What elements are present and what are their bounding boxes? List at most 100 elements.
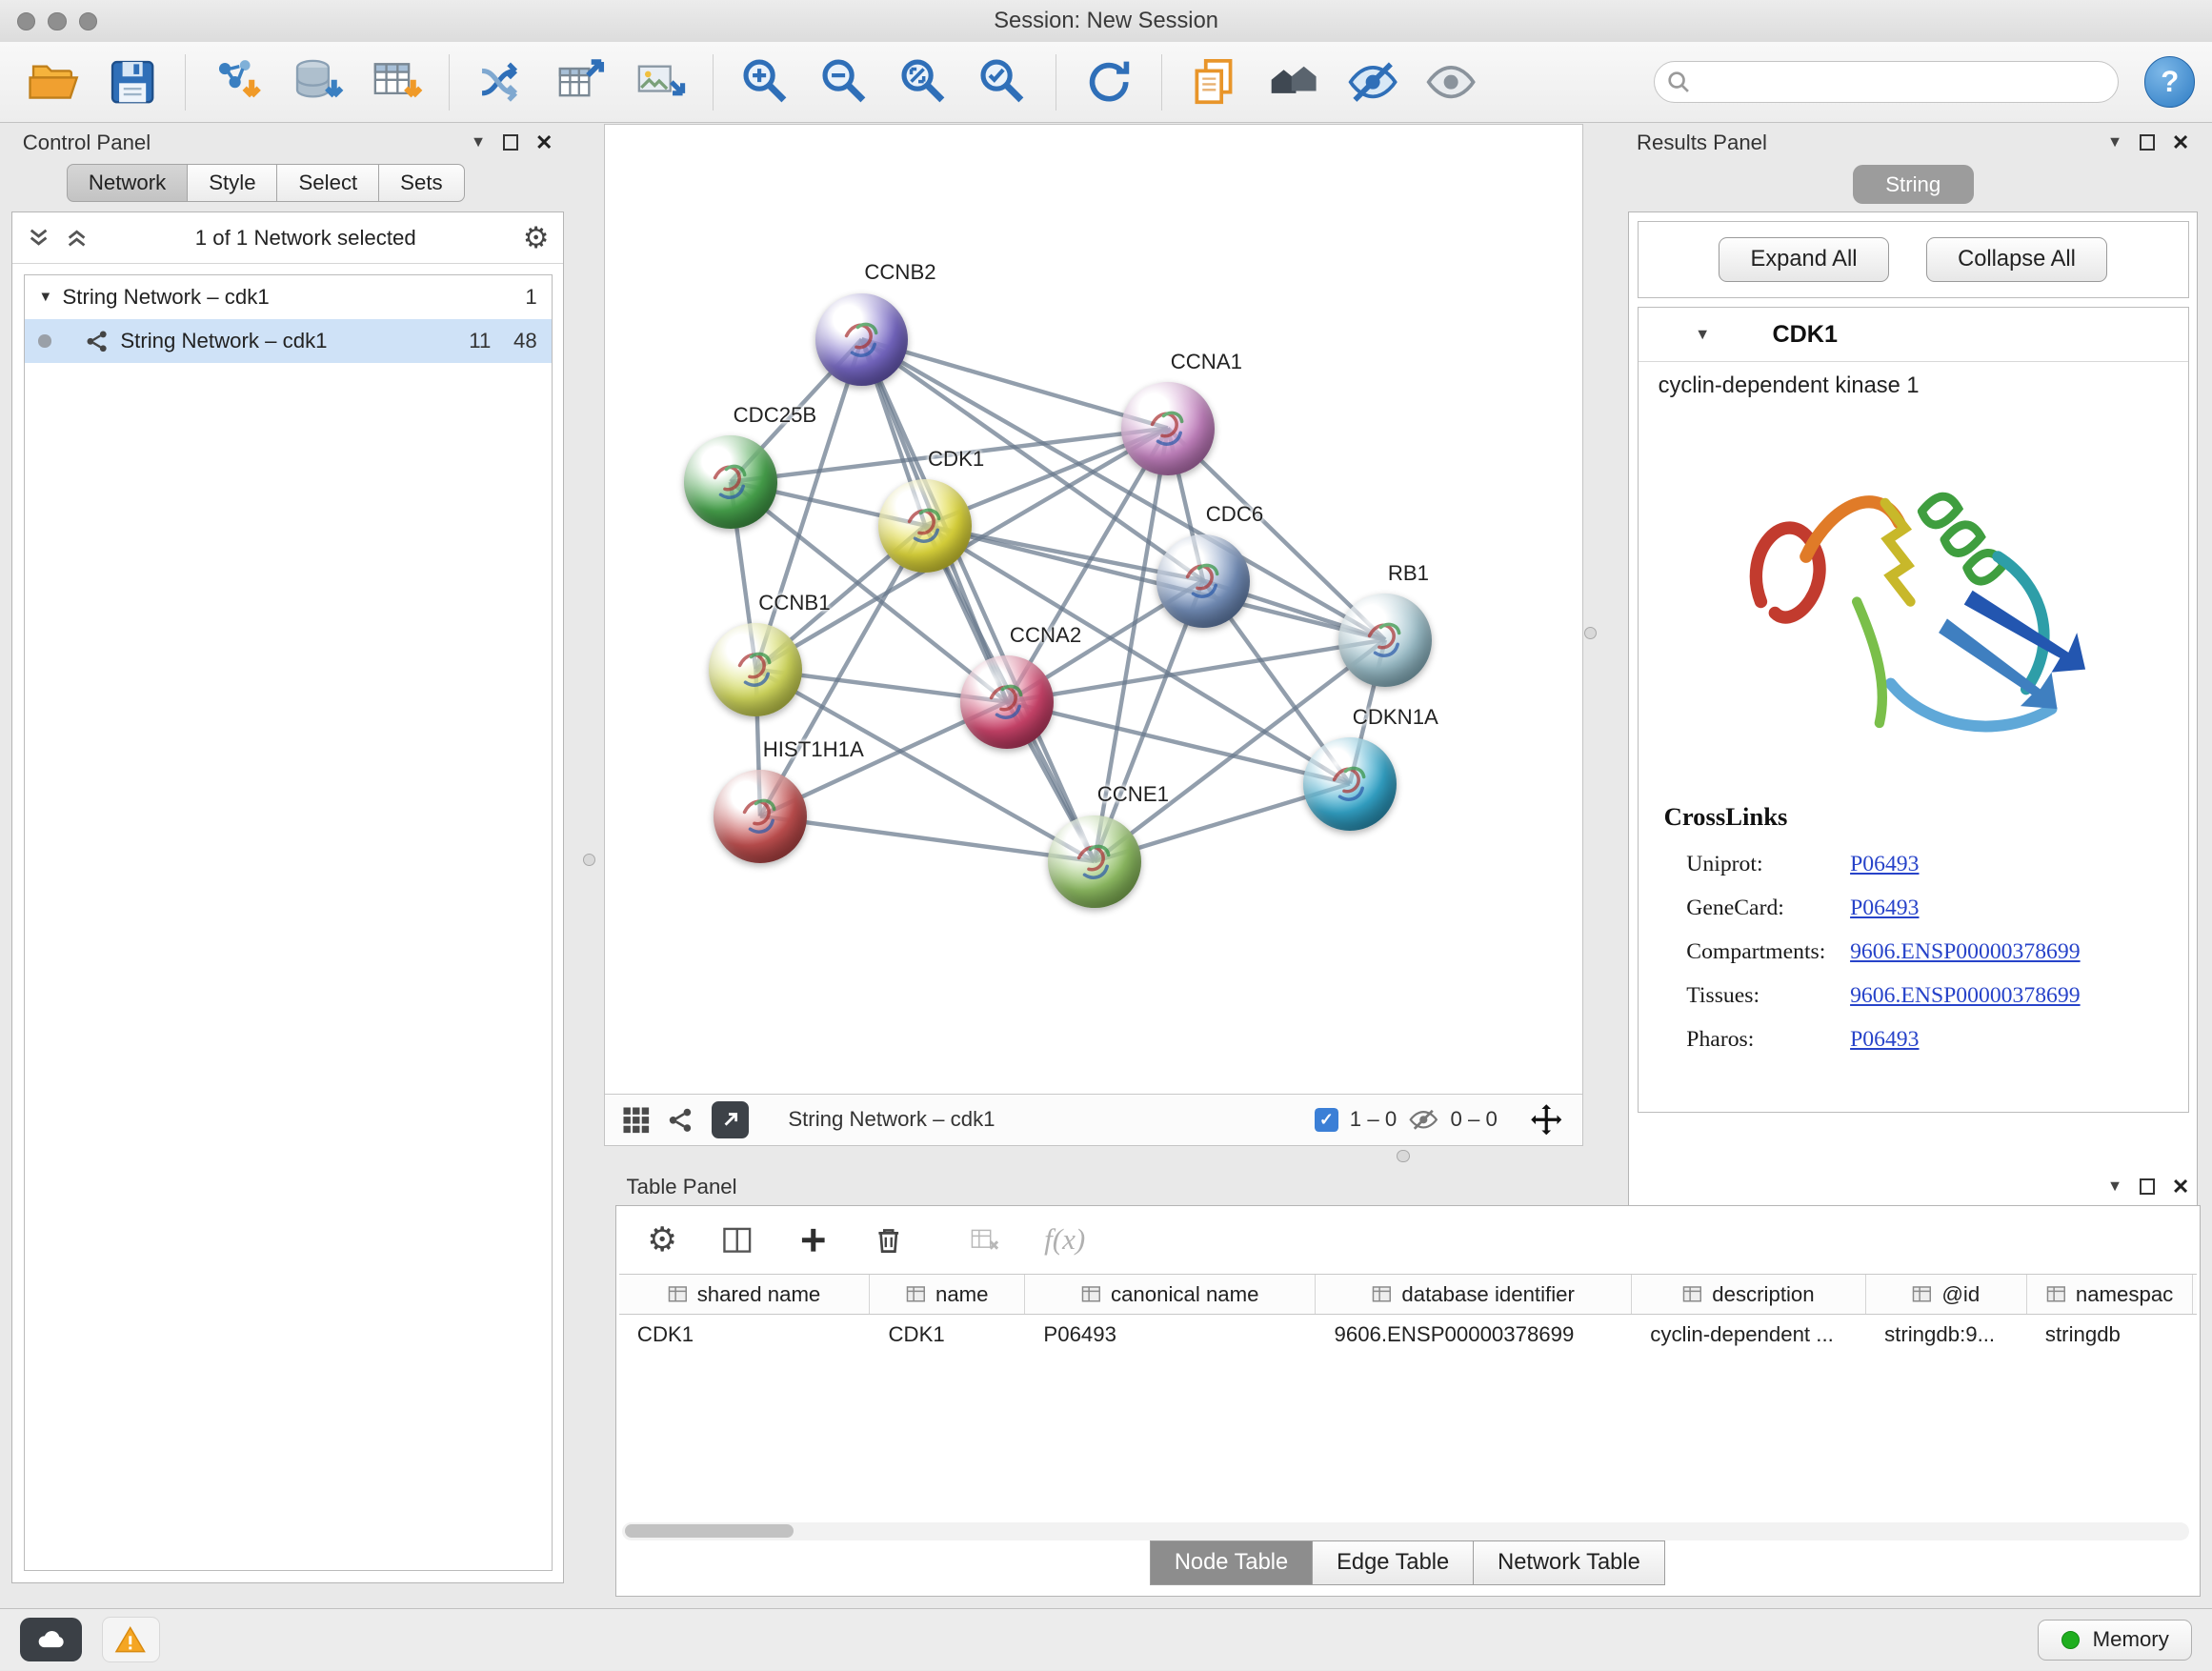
table-settings-gear-icon[interactable]: ⚙: [647, 1223, 677, 1258]
panel-float-button[interactable]: ▼: [2107, 133, 2122, 151]
zoom-out-button[interactable]: [808, 49, 881, 116]
expand-all-button[interactable]: Expand All: [1719, 237, 1889, 282]
delete-trash-icon[interactable]: [872, 1223, 906, 1258]
tab-style[interactable]: Style: [187, 164, 278, 202]
tab-select[interactable]: Select: [276, 164, 379, 202]
tree-expand-icon[interactable]: ▼: [38, 290, 52, 305]
grid-view-icon[interactable]: [622, 1106, 651, 1135]
arrange-windows-button[interactable]: [1257, 49, 1330, 116]
column-header[interactable]: database identifier: [1316, 1275, 1632, 1314]
column-header[interactable]: @id: [1866, 1275, 2027, 1314]
show-columns-icon[interactable]: [720, 1223, 754, 1258]
open-external-button[interactable]: [712, 1101, 749, 1138]
tab-network-table[interactable]: Network Table: [1473, 1540, 1665, 1585]
table-row[interactable]: CDK1 CDK1 P06493 9606.ENSP00000378699 cy…: [619, 1315, 2198, 1354]
network-node-rb1[interactable]: [1338, 594, 1432, 687]
search-input[interactable]: [1654, 61, 2120, 103]
crosslink-link[interactable]: 9606.ENSP00000378699: [1850, 975, 2081, 1018]
network-node-ccnb2[interactable]: [815, 293, 909, 387]
open-session-button[interactable]: [17, 49, 90, 116]
close-window-button[interactable]: [17, 12, 35, 30]
crosslink-link[interactable]: 9606.ENSP00000378699: [1850, 931, 2081, 975]
export-image-button[interactable]: [623, 49, 696, 116]
network-merge-button[interactable]: [466, 49, 539, 116]
network-node-ccnb1[interactable]: [709, 623, 802, 716]
bottom-splitter-handle[interactable]: [1397, 1150, 1409, 1162]
column-header[interactable]: canonical name: [1025, 1275, 1316, 1314]
network-canvas[interactable]: CCNB2CCNA1CDC25BCDK1CDC6RB1CCNB1CCNA2CDK…: [605, 125, 1582, 1094]
network-edge[interactable]: [861, 339, 1094, 861]
hide-panels-button[interactable]: [1336, 49, 1409, 116]
network-node-ccne1[interactable]: [1048, 815, 1141, 909]
network-row[interactable]: String Network – cdk1 11 48: [25, 319, 552, 363]
network-edge[interactable]: [760, 816, 1095, 861]
node-count: 11: [469, 329, 491, 353]
show-panels-button[interactable]: [1415, 49, 1488, 116]
pan-move-icon[interactable]: [1528, 1101, 1565, 1138]
memory-button[interactable]: Memory: [2038, 1620, 2192, 1661]
gear-icon[interactable]: ⚙: [523, 223, 550, 252]
crosslink-link[interactable]: P06493: [1850, 1018, 1919, 1062]
network-node-hist1h1a[interactable]: [714, 770, 807, 863]
tab-string[interactable]: String: [1853, 165, 1974, 204]
help-button[interactable]: ?: [2144, 56, 2195, 107]
crosslink-link[interactable]: P06493: [1850, 887, 1919, 931]
expand-all-icon[interactable]: [65, 226, 89, 250]
scrollbar-thumb[interactable]: [625, 1524, 794, 1537]
tab-node-table[interactable]: Node Table: [1150, 1540, 1314, 1585]
protein-thumbnail-icon: [1338, 594, 1432, 687]
network-node-ccna2[interactable]: [960, 655, 1054, 749]
panel-float-button[interactable]: ▼: [2107, 1178, 2122, 1196]
network-collection-row[interactable]: ▼ String Network – cdk1 1: [25, 275, 552, 319]
collapse-all-icon[interactable]: [27, 226, 50, 250]
panel-close-button[interactable]: ✕: [2172, 131, 2190, 155]
column-header[interactable]: name: [870, 1275, 1025, 1314]
cloud-status-button[interactable]: [20, 1618, 82, 1661]
add-column-plus-icon[interactable]: [796, 1223, 831, 1258]
minimize-window-button[interactable]: [48, 12, 66, 30]
network-node-cdc6[interactable]: [1156, 534, 1250, 628]
warnings-button[interactable]: [102, 1617, 160, 1662]
tab-edge-table[interactable]: Edge Table: [1312, 1540, 1474, 1585]
column-icon: [1081, 1284, 1101, 1304]
gene-card-header[interactable]: ▼ CDK1: [1639, 308, 2188, 362]
network-from-table-button[interactable]: [545, 49, 618, 116]
panel-float-button[interactable]: ▼: [471, 133, 486, 151]
panel-close-button[interactable]: ✕: [535, 131, 553, 155]
zoom-in-button[interactable]: [729, 49, 802, 116]
protein-thumbnail-icon: [1156, 534, 1250, 628]
network-node-cdc25b[interactable]: [684, 435, 777, 529]
column-header[interactable]: namespac: [2027, 1275, 2194, 1314]
eye-slash-icon: [1346, 55, 1399, 109]
network-node-cdk1[interactable]: [878, 479, 972, 573]
network-glyph-icon[interactable]: [667, 1106, 695, 1135]
panel-maximize-button[interactable]: [2140, 134, 2155, 150]
tab-network[interactable]: Network: [67, 164, 189, 202]
tab-sets[interactable]: Sets: [378, 164, 465, 202]
network-node-ccna1[interactable]: [1121, 382, 1215, 475]
zoom-fit-button[interactable]: [887, 49, 960, 116]
collapse-section-icon[interactable]: ▼: [1695, 326, 1710, 344]
copy-annotation-button[interactable]: [1177, 49, 1251, 116]
import-network-file-button[interactable]: [202, 49, 275, 116]
network-node-label: CDKN1A: [1353, 705, 1438, 730]
right-splitter-handle[interactable]: [1584, 627, 1597, 639]
selected-checkbox[interactable]: ✓: [1315, 1108, 1338, 1132]
collapse-all-button[interactable]: Collapse All: [1926, 237, 2108, 282]
column-header[interactable]: description: [1632, 1275, 1866, 1314]
import-network-database-button[interactable]: [281, 49, 354, 116]
refresh-view-button[interactable]: [1072, 49, 1145, 116]
panel-maximize-button[interactable]: [503, 134, 518, 150]
column-header[interactable]: shared name: [619, 1275, 871, 1314]
network-node-cdkn1a[interactable]: [1303, 737, 1397, 831]
horizontal-scrollbar[interactable]: [622, 1522, 2189, 1540]
save-session-button[interactable]: [96, 49, 170, 116]
panel-close-button[interactable]: ✕: [2172, 1175, 2190, 1199]
zoom-selected-button[interactable]: [966, 49, 1039, 116]
import-table-file-button[interactable]: [360, 49, 433, 116]
network-edge[interactable]: [925, 526, 1385, 640]
left-splitter-handle[interactable]: [583, 854, 595, 866]
panel-maximize-button[interactable]: [2140, 1178, 2155, 1194]
crosslink-link[interactable]: P06493: [1850, 843, 1919, 887]
maximize-window-button[interactable]: [79, 12, 97, 30]
